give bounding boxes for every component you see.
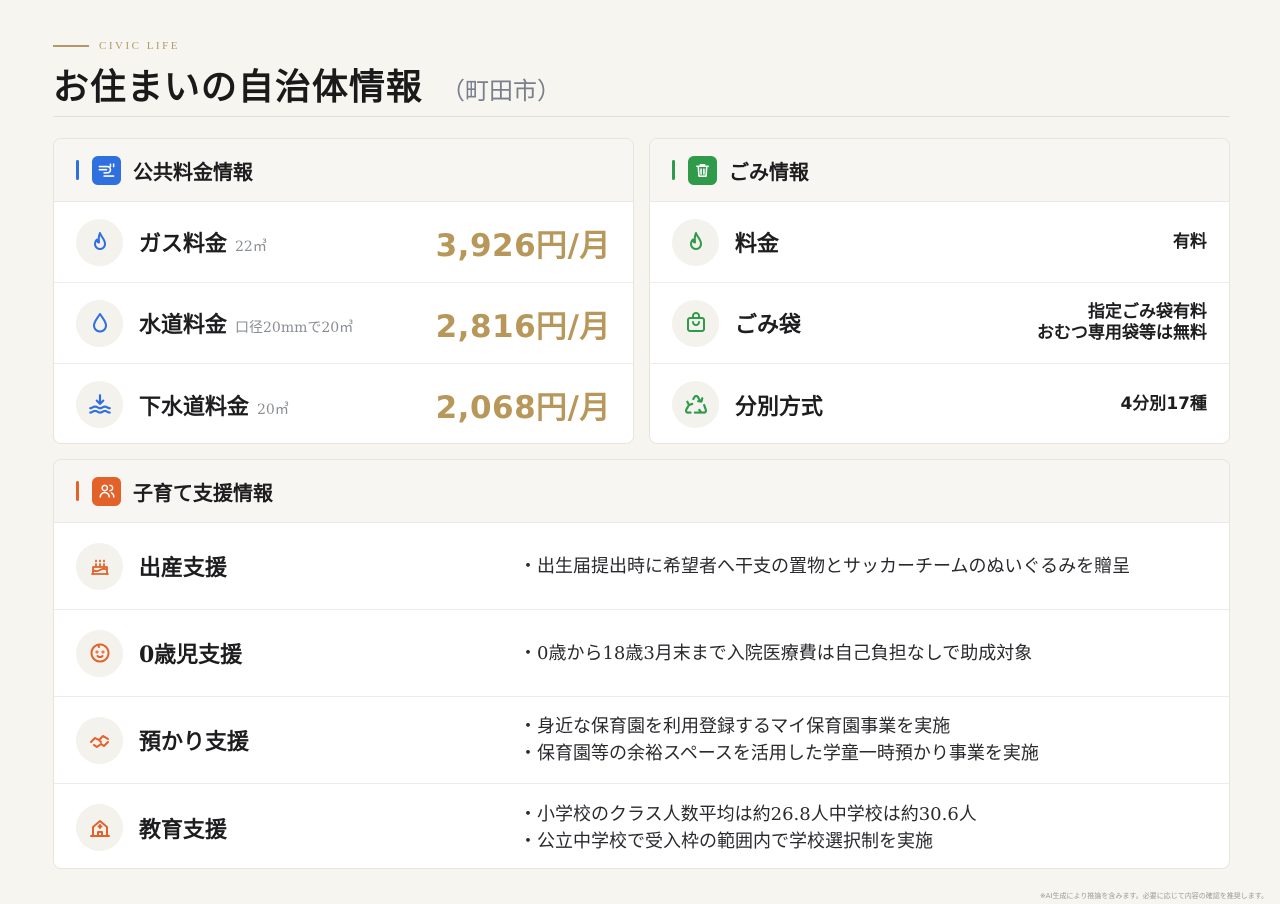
childcare-row-education: 教育支援 ・小学校のクラス人数平均は約26.8人中学校は約30.6人 ・公立中学校… bbox=[54, 784, 1229, 868]
utility-note: 22㎥ bbox=[235, 239, 267, 255]
garbage-label: ごみ袋 bbox=[735, 312, 802, 338]
accent-bar bbox=[672, 160, 675, 180]
people-icon bbox=[92, 476, 121, 506]
utility-price: 3,926円/月 bbox=[435, 227, 611, 264]
childcare-label: 教育支援 bbox=[139, 816, 228, 843]
baby-icon bbox=[76, 629, 123, 677]
garbage-value: 4分別17種 bbox=[1120, 394, 1208, 414]
childcare-label: 預かり支援 bbox=[139, 729, 250, 755]
childcare-label: 0歳児支援 bbox=[139, 642, 243, 668]
page-subtitle: （町田市） bbox=[441, 77, 562, 105]
childcare-description: ・小学校のクラス人数平均は約26.8人中学校は約30.6人 ・公立中学校で受入枠の… bbox=[519, 803, 977, 852]
accent-bar bbox=[76, 481, 79, 501]
utilities-card-header: 公共料金情報 bbox=[54, 139, 633, 202]
eyebrow-text: CIVIC LIFE bbox=[99, 40, 180, 52]
garbage-label: 分別方式 bbox=[735, 393, 824, 420]
utility-label: 下水道料金 20㎥ bbox=[139, 393, 289, 420]
childcare-label: 出産支援 bbox=[139, 555, 228, 581]
eyebrow: CIVIC LIFE bbox=[53, 40, 180, 52]
bag-icon bbox=[672, 299, 719, 347]
utility-row-water: 水道料金 口径20mmで20㎥ 2,816円/月 bbox=[54, 283, 633, 364]
utility-label: 水道料金 口径20mmで20㎥ bbox=[139, 312, 354, 338]
utility-label: ガス料金 22㎥ bbox=[139, 231, 267, 257]
accent-bar bbox=[76, 160, 79, 180]
childcare-card-header: 子育て支援情報 bbox=[54, 460, 1229, 523]
handshake-icon bbox=[76, 716, 123, 764]
utility-row-sewer: 下水道料金 20㎥ 2,068円/月 bbox=[54, 364, 633, 443]
garbage-value: 有料 bbox=[1173, 231, 1207, 252]
garbage-label: 料金 bbox=[735, 231, 780, 257]
recycle-icon bbox=[672, 381, 719, 428]
cake-icon bbox=[76, 542, 123, 590]
childcare-row-infant: 0歳児支援 ・0歳から18歳3月末まで入院医療費は自己負担なしで助成対象 bbox=[54, 610, 1229, 697]
childcare-description: ・身近な保育園を利用登録するマイ保育園事業を実施 ・保育園等の余裕スペースを活用し… bbox=[519, 716, 1039, 764]
utilities-card-title: 公共料金情報 bbox=[133, 159, 253, 184]
trash-icon bbox=[688, 155, 717, 185]
childcare-row-daycare: 預かり支援 ・身近な保育園を利用登録するマイ保育園事業を実施 ・保育園等の余裕スペ… bbox=[54, 697, 1229, 784]
footnote: ※AI生成により推論を含みます。必要に応じて内容の確認を推奨します。 bbox=[1039, 892, 1268, 900]
pipes-icon bbox=[92, 155, 121, 185]
eyebrow-line bbox=[53, 45, 89, 47]
utility-price: 2,816円/月 bbox=[435, 308, 611, 345]
utility-note: 20㎥ bbox=[257, 401, 289, 418]
water-drop-icon bbox=[76, 299, 123, 347]
childcare-card: 子育て支援情報 出産支援 ・出生届提出時に希望者へ干支の置物とサッカーチームのぬ… bbox=[53, 459, 1230, 869]
school-icon bbox=[76, 804, 123, 851]
page-title: お住まいの自治体情報 bbox=[53, 66, 424, 108]
title-divider bbox=[53, 116, 1230, 117]
garbage-card-title: ごみ情報 bbox=[729, 159, 809, 184]
waves-icon bbox=[76, 381, 123, 428]
childcare-description: ・出生届提出時に希望者へ干支の置物とサッカーチームのぬいぐるみを贈呈 bbox=[519, 555, 1131, 577]
childcare-description: ・0歳から18歳3月末まで入院医療費は自己負担なしで助成対象 bbox=[519, 642, 1033, 664]
flame-icon bbox=[76, 218, 123, 266]
garbage-row-bag: ごみ袋 指定ごみ袋有料 おむつ専用袋等は無料 bbox=[650, 283, 1229, 364]
title-row: お住まいの自治体情報 （町田市） bbox=[53, 58, 561, 110]
garbage-card: ごみ情報 料金 有料 ごみ袋 指定ごみ袋有料 おむつ専用袋等は無料 分別方式 4分… bbox=[649, 138, 1230, 444]
flame-icon bbox=[672, 218, 719, 266]
childcare-row-birth: 出産支援 ・出生届提出時に希望者へ干支の置物とサッカーチームのぬいぐるみを贈呈 bbox=[54, 523, 1229, 610]
utility-note: 口径20mmで20㎥ bbox=[235, 320, 354, 336]
garbage-row-sorting: 分別方式 4分別17種 bbox=[650, 364, 1229, 443]
utilities-card: 公共料金情報 ガス料金 22㎥ 3,926円/月 水道料金 口径20mmで20㎥ 2… bbox=[53, 138, 634, 444]
childcare-card-title: 子育て支援情報 bbox=[133, 480, 273, 505]
utility-row-gas: ガス料金 22㎥ 3,926円/月 bbox=[54, 202, 633, 283]
utility-price: 2,068円/月 bbox=[435, 390, 611, 426]
garbage-value: 指定ごみ袋有料 おむつ専用袋等は無料 bbox=[1037, 302, 1207, 343]
garbage-row-fee: 料金 有料 bbox=[650, 202, 1229, 283]
garbage-card-header: ごみ情報 bbox=[650, 139, 1229, 202]
